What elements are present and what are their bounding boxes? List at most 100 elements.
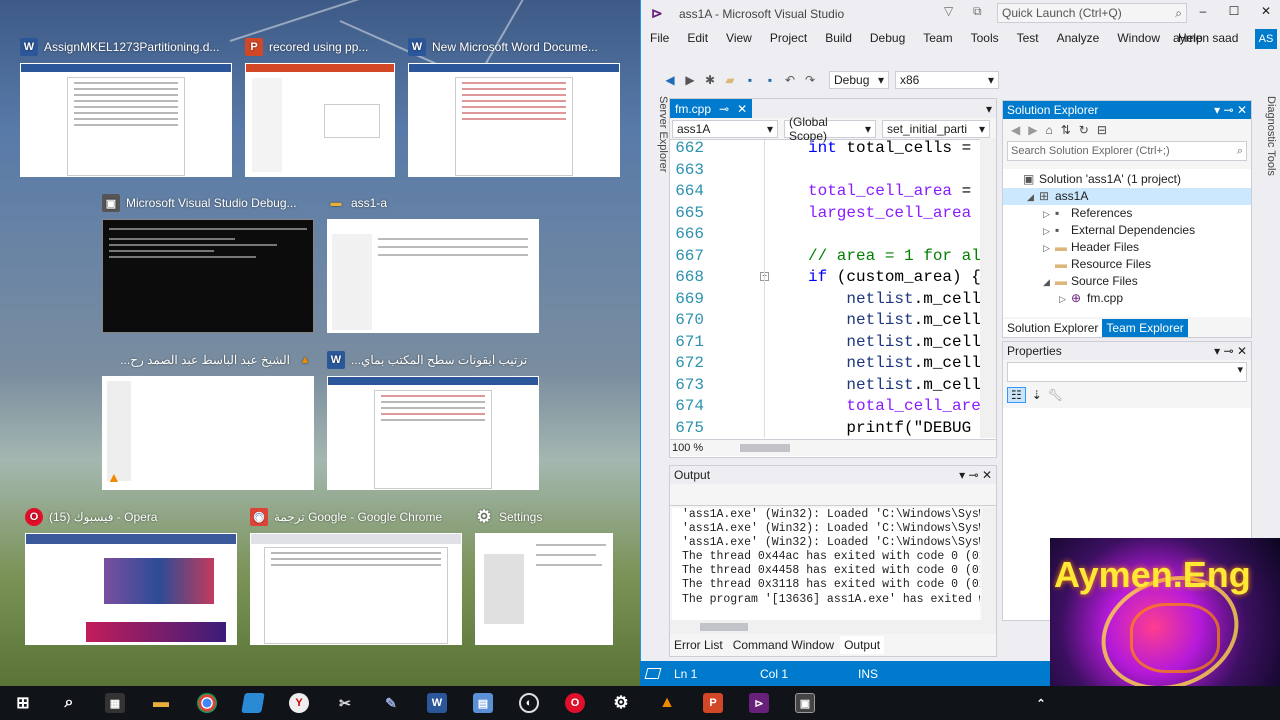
editor-horizontal-scrollbar[interactable] [740, 444, 790, 452]
editor-vertical-scrollbar[interactable] [980, 138, 996, 438]
taskbar-vlc[interactable]: ▲ [644, 686, 690, 720]
switcher-window-title[interactable]: W AssignMKEL1273Partitioning.d... [20, 38, 232, 56]
menu-debug[interactable]: Debug [861, 28, 914, 47]
switcher-thumbnail-arabic-word-doc[interactable] [327, 376, 539, 490]
properties-object-select[interactable]: ▾ [1007, 362, 1247, 382]
navigate-forward-icon[interactable]: ▶ [683, 73, 697, 87]
redo-icon[interactable]: ↷ [803, 73, 817, 87]
tab-output[interactable]: Output [840, 636, 885, 654]
switcher-window-title[interactable]: W ترتيب ايقونات سطح المكتب بماي... [327, 351, 539, 369]
tab-solution-explorer[interactable]: Solution Explorer [1003, 319, 1103, 337]
expand-arrow-icon[interactable]: ▷ [1043, 206, 1055, 223]
pin-icon[interactable]: ⊸ [1224, 344, 1234, 358]
menu-project[interactable]: Project [761, 28, 816, 47]
switcher-window-title[interactable]: ▲ الشيخ عبد الباسط عبد الصمد رح... [102, 351, 314, 369]
tab-error-list[interactable]: Error List [670, 636, 727, 654]
switcher-window-title[interactable]: ▣ Microsoft Visual Studio Debug... [102, 194, 314, 212]
switcher-thumbnail-chrome[interactable] [250, 533, 462, 645]
project-navigation-select[interactable]: ass1A ▾ [672, 119, 778, 138]
navigate-back-icon[interactable]: ◀ [663, 73, 677, 87]
taskbar-screenshot-tool[interactable]: ✂ [322, 686, 368, 720]
solution-tree-item[interactable]: ◢ ▬ Source Files [1003, 273, 1251, 290]
menu-team[interactable]: Team [914, 28, 961, 47]
taskbar-network-app[interactable]: ▤ [460, 686, 506, 720]
switcher-window-title[interactable]: O فيسبوك (15) - Opera [25, 508, 237, 526]
switcher-window-title[interactable]: W New Microsoft Word Docume... [408, 38, 620, 56]
dropdown-icon[interactable]: ▾ [1214, 344, 1220, 358]
undo-icon[interactable]: ↶ [783, 73, 797, 87]
taskbar-visual-studio[interactable]: ⊳ [736, 686, 782, 720]
solution-tree-item[interactable]: ▣ Solution 'ass1A' (1 project) [1003, 171, 1251, 188]
taskbar-console[interactable]: ▣ [782, 686, 828, 720]
switcher-thumbnail-settings[interactable] [475, 533, 613, 645]
switcher-thumbnail-debug-console[interactable] [102, 219, 314, 333]
output-horizontal-scrollbar[interactable] [700, 623, 748, 631]
expand-arrow-icon[interactable]: ◢ [1027, 189, 1039, 206]
solution-tree-item[interactable]: ▷ ⊕ fm.cpp [1003, 290, 1251, 307]
refresh-icon[interactable]: ↻ [1079, 123, 1089, 137]
taskbar-opera[interactable]: O [552, 686, 598, 720]
solution-tree-item[interactable]: ▬ Resource Files [1003, 256, 1251, 273]
new-project-icon[interactable]: ✱ [703, 73, 717, 87]
switcher-thumbnail-vlc[interactable]: ▲ [102, 376, 314, 490]
solution-tree-item[interactable]: ◢ ⊞ ass1A [1003, 188, 1251, 205]
alphabetical-icon[interactable]: ⇣ [1032, 388, 1042, 402]
taskbar-settings[interactable]: ⚙ [598, 686, 644, 720]
close-icon[interactable]: ✕ [982, 468, 992, 482]
taskbar-powerpoint[interactable]: P [690, 686, 736, 720]
close-icon[interactable]: ✕ [1237, 344, 1247, 358]
output-text[interactable]: 'ass1A.exe' (Win32): Loaded 'C:\Windows\… [672, 508, 980, 620]
show-hidden-icons-button[interactable]: ⌃ [1018, 686, 1064, 720]
dropdown-icon[interactable]: ▾ [959, 468, 965, 482]
pin-icon[interactable]: ⊸ [969, 468, 979, 482]
collapse-all-icon[interactable]: ⊟ [1097, 123, 1107, 137]
close-button[interactable]: ✕ [1257, 4, 1275, 18]
expand-arrow-icon[interactable]: ◢ [1043, 274, 1055, 291]
expand-arrow-icon[interactable]: ▷ [1043, 223, 1055, 240]
taskbar-chrome[interactable] [184, 686, 230, 720]
back-icon[interactable]: ◀ [1011, 123, 1020, 137]
categorized-icon[interactable]: ☷ [1007, 387, 1026, 403]
minimize-button[interactable]: – [1194, 4, 1212, 18]
save-icon[interactable]: ▪ [743, 73, 757, 87]
diagnostic-tools-tab[interactable]: Diagnostic Tools [1257, 96, 1277, 186]
switcher-window-title[interactable]: ▬ ass1-a [327, 194, 539, 212]
close-tab-icon[interactable]: ✕ [737, 102, 747, 116]
code-area[interactable]: 662 663 664 665 666 667 668 669 670 671 672 673 674 6… [670, 138, 982, 438]
member-navigation-select[interactable]: set_initial_parti ▾ [882, 119, 990, 138]
switcher-thumbnail-new-word-doc[interactable] [408, 63, 620, 177]
search-button[interactable]: ⌕ [46, 686, 92, 720]
expand-arrow-icon[interactable]: ▷ [1059, 291, 1071, 308]
home-icon[interactable]: ⌂ [1045, 123, 1052, 137]
switcher-window-title[interactable]: ⚙ Settings [475, 508, 615, 526]
switcher-thumbnail-powerpoint[interactable] [245, 63, 395, 177]
menu-view[interactable]: View [717, 28, 761, 47]
solution-search-input[interactable]: Search Solution Explorer (Ctrl+;) ⌕ [1007, 141, 1247, 161]
tab-command-window[interactable]: Command Window [729, 636, 838, 654]
taskbar-yandex[interactable]: Y [276, 686, 322, 720]
dropdown-icon[interactable]: ▾ [1214, 103, 1220, 117]
menu-test[interactable]: Test [1008, 28, 1048, 47]
close-icon[interactable]: ✕ [1237, 103, 1247, 117]
forward-icon[interactable]: ▶ [1028, 123, 1037, 137]
feedback-icon[interactable]: ⧉ [973, 4, 982, 19]
user-avatar[interactable]: AS [1255, 29, 1277, 49]
open-file-icon[interactable]: ▰ [723, 73, 737, 87]
taskbar-word[interactable]: W [414, 686, 460, 720]
menu-tools[interactable]: Tools [962, 28, 1008, 47]
pin-icon[interactable]: ⊸ [719, 102, 729, 116]
solution-platform-select[interactable]: x86 ▾ [895, 71, 999, 89]
sync-icon[interactable]: ⇅ [1061, 123, 1071, 137]
save-all-icon[interactable]: ▪ [763, 73, 777, 87]
switcher-window-title[interactable]: ◉ ترجمة Google - Google Chrome [250, 508, 462, 526]
quick-launch-input[interactable]: Quick Launch (Ctrl+Q) ⌕ [997, 3, 1187, 23]
menu-edit[interactable]: Edit [678, 28, 717, 47]
solution-tree-item[interactable]: ▷ ▪ External Dependencies [1003, 222, 1251, 239]
tab-team-explorer[interactable]: Team Explorer [1102, 319, 1188, 337]
solution-tree-item[interactable]: ▷ ▬ Header Files [1003, 239, 1251, 256]
menu-analyze[interactable]: Analyze [1048, 28, 1109, 47]
zoom-level[interactable]: 100 % [670, 442, 714, 454]
menu-file[interactable]: File [641, 28, 678, 47]
user-name[interactable]: aymen saad [1173, 31, 1238, 45]
scope-navigation-select[interactable]: (Global Scope) ▾ [784, 115, 876, 143]
